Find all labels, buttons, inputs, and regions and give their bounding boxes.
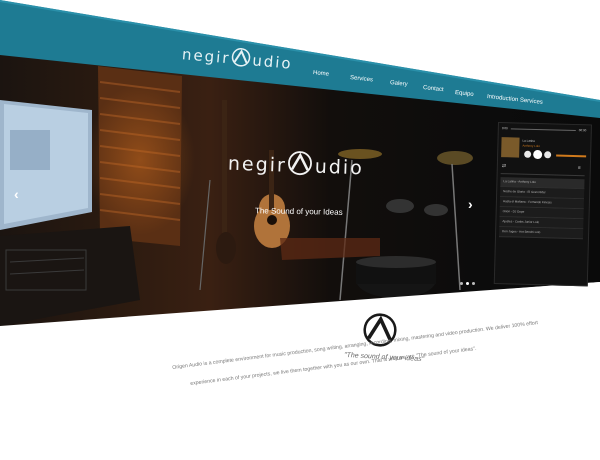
track-artist: Anthony Lolo (522, 143, 540, 149)
logo-text-right: udio (251, 51, 294, 73)
hero-logo: negir udio (227, 148, 365, 180)
hero-tagline: The Sound of your Ideas (254, 206, 343, 217)
music-player: 0:00 00:00 La Latina Anthony Lolo ⇄ ≡ La… (493, 122, 592, 287)
shuffle-icon[interactable]: ⇄ (502, 163, 506, 169)
hero-a-mark (286, 150, 315, 178)
hero-logo-left: negir (227, 152, 288, 177)
playlist-item[interactable]: Don Juges - Hot Benchi Lolo (498, 227, 584, 240)
player-time-total: 00:00 (578, 128, 587, 133)
hero-logo-right: udio (314, 155, 365, 180)
play-icon[interactable] (533, 149, 543, 160)
monitor-screen-decor (0, 100, 92, 230)
chevron-left-icon[interactable]: ‹ (14, 186, 19, 202)
previous-track-icon[interactable] (524, 150, 532, 158)
slide-dot-1[interactable] (460, 282, 463, 285)
volume-slider[interactable] (556, 154, 587, 158)
next-track-icon[interactable] (544, 151, 552, 159)
screenshot-stage: negir udio Home Services Galery Contact E… (0, 0, 600, 460)
slide-dot-2[interactable] (466, 282, 469, 285)
track-title: La Latina (522, 138, 535, 143)
slide-dot-3[interactable] (472, 282, 475, 285)
logo-a-mark (230, 46, 254, 69)
chevron-right-icon[interactable]: › (468, 196, 473, 212)
album-art (501, 137, 520, 158)
playlist-icon[interactable]: ≡ (578, 165, 581, 171)
player-progress-bar[interactable] (510, 128, 576, 132)
player-time-elapsed: 0:00 (501, 126, 508, 131)
wood-slats-decor (85, 66, 195, 246)
